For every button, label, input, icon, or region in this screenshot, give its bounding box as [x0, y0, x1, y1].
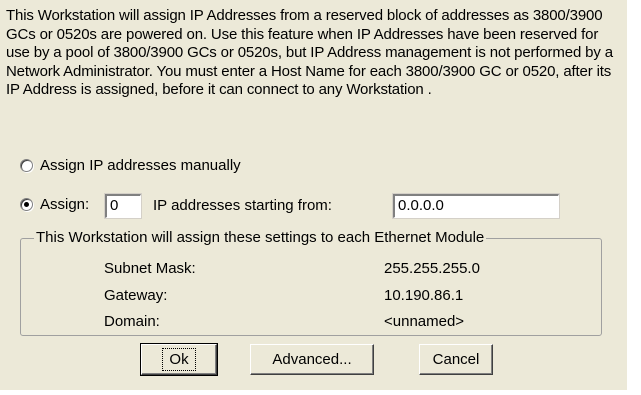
auto-assign-option[interactable]: Assign: [20, 196, 89, 213]
advanced-button-label: Advanced... [272, 351, 352, 368]
address-count-input[interactable]: 0 [104, 193, 142, 219]
manual-assign-option[interactable]: Assign IP addresses manually [20, 157, 241, 174]
gateway-value: 10.190.86.1 [384, 287, 464, 304]
gateway-label: Gateway: [104, 287, 168, 304]
manual-assign-radio[interactable] [20, 159, 33, 172]
ip-assignment-dialog: This Workstation will assign IP Addresse… [0, 0, 627, 390]
settings-group-title: This Workstation will assign these setti… [34, 229, 487, 246]
auto-assign-label: Assign: [40, 196, 90, 213]
ok-button-label: Ok [162, 348, 196, 371]
cancel-button[interactable]: Cancel [419, 344, 493, 375]
start-ip-input[interactable]: 0.0.0.0 [392, 193, 560, 219]
auto-assign-radio[interactable] [20, 198, 33, 211]
cancel-button-label: Cancel [432, 351, 480, 368]
subnet-mask-label: Subnet Mask: [104, 260, 196, 277]
ok-button[interactable]: Ok [140, 343, 218, 376]
subnet-mask-value: 255.255.255.0 [384, 260, 480, 277]
intro-description: This Workstation will assign IP Addresse… [6, 7, 613, 99]
domain-label: Domain: [104, 313, 160, 330]
domain-value: <unnamed> [384, 313, 465, 330]
manual-assign-label: Assign IP addresses manually [40, 157, 241, 174]
advanced-button[interactable]: Advanced... [250, 344, 374, 375]
starting-from-label: IP addresses starting from: [153, 197, 332, 214]
